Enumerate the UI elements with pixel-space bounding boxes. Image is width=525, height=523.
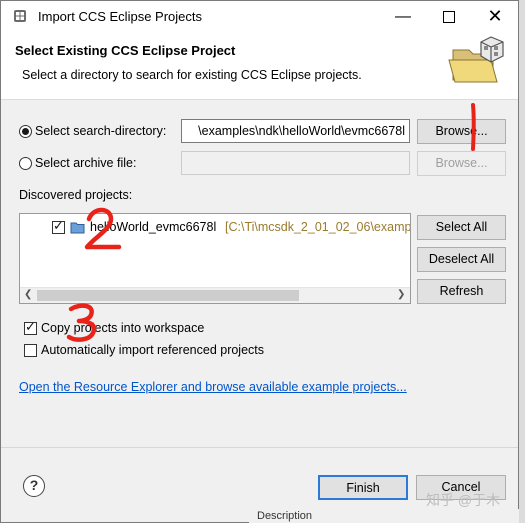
archive-file-input[interactable] xyxy=(181,151,410,175)
minimize-icon[interactable]: — xyxy=(380,1,426,32)
select-all-button[interactable]: Select All xyxy=(417,215,506,240)
search-directory-input[interactable]: \examples\ndk\helloWorld\evmc6678l xyxy=(181,119,410,143)
background-window-edge xyxy=(519,0,525,523)
archive-file-label: Select archive file: xyxy=(35,156,137,170)
scroll-right-icon[interactable]: ❯ xyxy=(397,289,405,300)
archive-file-radio[interactable] xyxy=(19,157,32,170)
import-dialog: Import CCS Eclipse Projects — ✕ Select E… xyxy=(0,0,519,523)
discovered-projects-label: Discovered projects: xyxy=(19,188,133,202)
auto-import-label: Automatically import referenced projects xyxy=(41,343,265,357)
eclipse-app-icon xyxy=(12,8,28,24)
auto-import-checkbox[interactable] xyxy=(24,344,37,357)
wizard-header: Select Existing CCS Eclipse Project Sele… xyxy=(1,32,518,100)
browse-archive-button[interactable]: Browse... xyxy=(417,151,506,176)
background-description-tab: Description xyxy=(249,509,519,523)
annotation-3: 3 xyxy=(65,301,105,345)
resource-explorer-link[interactable]: Open the Resource Explorer and browse av… xyxy=(19,380,407,394)
refresh-button[interactable]: Refresh xyxy=(417,279,506,304)
footer-divider xyxy=(1,447,518,448)
page-title: Select Existing CCS Eclipse Project xyxy=(15,43,236,58)
finish-button[interactable]: Finish xyxy=(318,475,408,500)
title-bar: Import CCS Eclipse Projects — ✕ xyxy=(1,1,518,32)
window-title: Import CCS Eclipse Projects xyxy=(38,9,202,24)
close-icon[interactable]: ✕ xyxy=(472,1,518,32)
annotation-1: 1 xyxy=(459,101,489,153)
projects-tree[interactable]: helloWorld_evmc6678l [C:\Ti\mcsdk_2_01_0… xyxy=(19,213,411,304)
search-directory-radio[interactable] xyxy=(19,125,32,138)
maximize-icon[interactable] xyxy=(426,1,472,32)
deselect-all-button[interactable]: Deselect All xyxy=(417,247,506,272)
annotation-2: 2 xyxy=(81,205,125,253)
folder-box-icon xyxy=(447,34,509,86)
help-icon[interactable]: ? xyxy=(23,475,45,497)
scroll-left-icon[interactable]: ❮ xyxy=(24,289,32,300)
page-description: Select a directory to search for existin… xyxy=(22,68,362,82)
search-directory-label: Select search-directory: xyxy=(35,124,167,138)
watermark: 知乎 @于木 xyxy=(426,492,501,508)
project-checkbox[interactable] xyxy=(52,219,65,234)
project-path: [C:\Ti\mcsdk_2_01_02_06\exampl xyxy=(225,220,411,234)
copy-projects-checkbox[interactable] xyxy=(24,320,37,335)
scrollbar-thumb[interactable] xyxy=(37,290,299,301)
